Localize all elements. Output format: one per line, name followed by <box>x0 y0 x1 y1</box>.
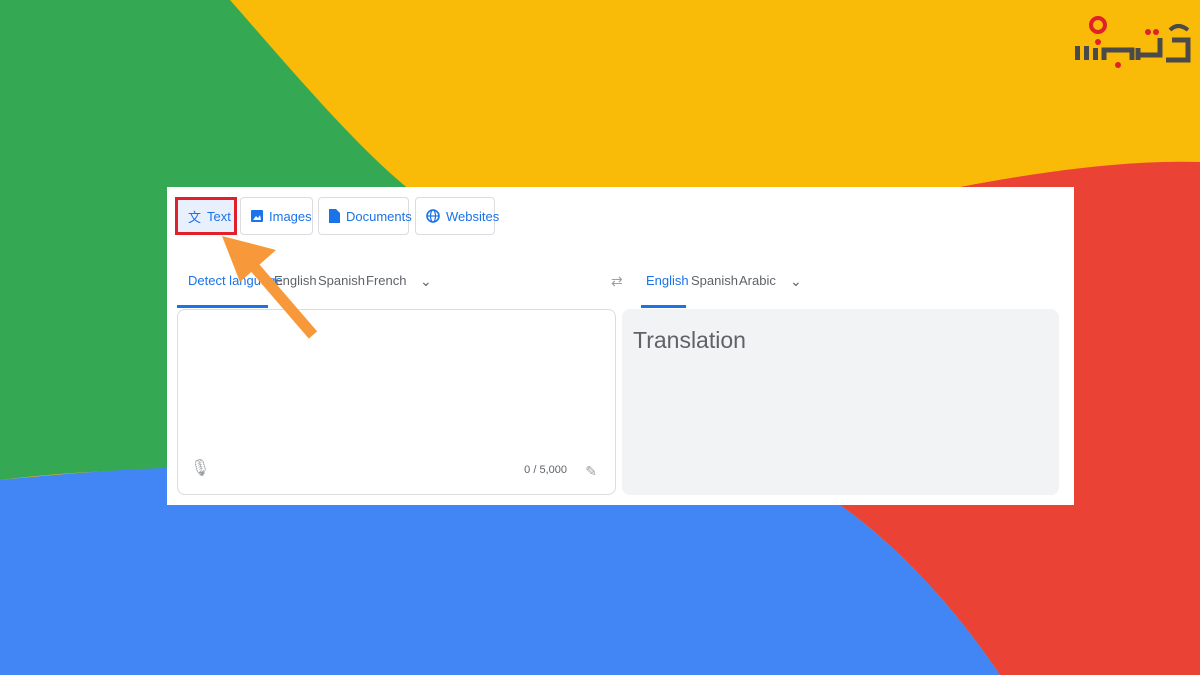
target-lang-indicator <box>641 305 686 308</box>
target-lang-more-chevron-icon[interactable]: ⌄ <box>790 273 802 290</box>
source-lang-indicator <box>177 305 268 308</box>
source-text-input[interactable]: 🎙 0 / 5,000 ✎ <box>177 309 616 495</box>
source-lang-detect[interactable]: Detect language <box>188 273 283 288</box>
translation-output: Translation <box>622 309 1059 495</box>
target-lang-arabic[interactable]: Arabic <box>739 273 776 288</box>
source-lang-more-chevron-icon[interactable]: ⌄ <box>420 273 432 290</box>
translate-icon: 文 <box>188 209 202 225</box>
tab-documents[interactable]: Documents <box>318 197 412 235</box>
handwriting-pencil-icon[interactable]: ✎ <box>585 463 597 480</box>
source-lang-english[interactable]: English <box>274 273 317 288</box>
target-lang-english[interactable]: English <box>646 273 689 288</box>
translate-panel: 文 Text Images Documents Websites Detect … <box>167 187 1074 505</box>
source-lang-spanish[interactable]: Spanish <box>318 273 365 288</box>
microphone-icon[interactable]: 🎙 <box>190 458 210 478</box>
tab-text[interactable]: 文 Text <box>175 197 237 235</box>
swap-languages-icon[interactable]: ⇄ <box>611 273 623 290</box>
translation-placeholder: Translation <box>633 327 746 353</box>
site-logo <box>1070 8 1195 73</box>
tab-websites[interactable]: Websites <box>415 197 499 235</box>
tab-images[interactable]: Images <box>240 197 313 235</box>
image-icon <box>251 209 263 223</box>
document-icon <box>329 209 340 223</box>
globe-icon <box>426 209 440 223</box>
target-lang-spanish[interactable]: Spanish <box>691 273 738 288</box>
character-count: 0 / 5,000 <box>524 464 567 476</box>
source-lang-french[interactable]: French <box>366 273 406 288</box>
